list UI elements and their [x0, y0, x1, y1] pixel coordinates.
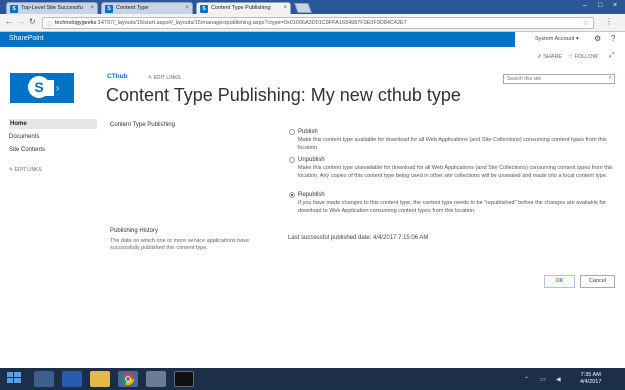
volume-icon[interactable]: ◀	[556, 376, 561, 383]
radio-unpublish[interactable]	[289, 157, 295, 163]
radio-republish[interactable]	[289, 192, 295, 198]
address-bar[interactable]: ⓘ technologygeeks:14797/_layouts/15/star…	[42, 17, 594, 29]
option-publish-desc: Make this content type available for dow…	[298, 137, 607, 151]
star-icon: ☆	[568, 54, 573, 60]
sharepoint-brand[interactable]: SharePoint	[9, 35, 44, 42]
option-unpublish-label: Unpublish	[298, 157, 325, 163]
option-publish-label: Publish	[298, 129, 318, 135]
follow-label: FOLLOW	[574, 54, 598, 60]
edit-links-label: EDIT LINKS	[153, 75, 181, 81]
bookmark-star-icon[interactable]: ☆	[583, 19, 589, 27]
section-title-publishing: Content Type Publishing	[110, 122, 175, 128]
search-placeholder: Search this site	[507, 76, 542, 82]
start-windows-icon[interactable]	[6, 371, 26, 387]
nav-item-site-contents[interactable]: Site Contents	[9, 147, 45, 153]
section-title-history: Publishing History	[110, 228, 159, 234]
logo-arrow-icon: ›	[56, 83, 60, 94]
server-manager-icon[interactable]	[34, 371, 54, 387]
clock-time: 7:35 AM	[580, 372, 601, 378]
windows-taskbar	[0, 368, 625, 390]
back-arrow-icon[interactable]: ←	[5, 17, 13, 26]
pencil-icon: ✎	[9, 167, 14, 173]
url-path: :14797/_layouts/15/start.aspx#/_layouts/…	[96, 20, 407, 26]
tray-arrow-icon[interactable]: ⌃	[524, 376, 529, 383]
tab-label: Top-Level Site Successfu	[21, 5, 83, 11]
browser-menu-icon[interactable]: ⋮	[605, 17, 613, 26]
nav-item-home[interactable]: Home	[9, 119, 97, 129]
site-title-link[interactable]: CThub	[107, 73, 128, 80]
system-account-menu[interactable]: System Account ▾	[535, 36, 579, 42]
cancel-button[interactable]: Cancel	[580, 275, 615, 288]
browser-tab-content-type[interactable]: S Content Type ×	[101, 2, 193, 14]
close-tab-icon[interactable]: ×	[90, 5, 94, 11]
focus-content-icon[interactable]: ⤢	[609, 52, 615, 60]
sharepoint-favicon-icon: S	[10, 5, 18, 13]
share-label: SHARE	[543, 54, 563, 60]
tab-label: Content Type	[116, 5, 149, 11]
browser-tab-content-type-publishing[interactable]: S Content Type Publishing ×	[196, 2, 291, 14]
file-explorer-icon[interactable]	[90, 371, 110, 387]
logo-s-mark: S	[28, 76, 50, 98]
radio-publish[interactable]	[289, 129, 295, 135]
history-description: The date on which one or more service ap…	[110, 238, 250, 251]
option-unpublish-desc: Make this content type unavailable for d…	[298, 165, 613, 179]
browser-toolbar: ← → ↻ ⓘ technologygeeks:14797/_layouts/1…	[0, 14, 625, 32]
sharepoint-logo[interactable]: S ›	[10, 73, 74, 103]
share-icon: ⇗	[537, 54, 542, 60]
search-icon[interactable]: ⌕	[609, 75, 612, 82]
last-published-date: Last successful published date: 4/4/2017…	[288, 235, 429, 241]
nav-edit-links-label: EDIT LINKS	[14, 167, 42, 173]
option-republish-desc: If you have made changes to this content…	[298, 200, 606, 214]
page-info-icon[interactable]: ⓘ	[46, 20, 52, 28]
sharepoint-favicon-icon: S	[200, 5, 208, 13]
url-host: technologygeeks	[55, 20, 97, 26]
browser-tab-strip: S Top-Level Site Successfu × S Content T…	[0, 0, 625, 14]
help-icon[interactable]: ?	[611, 34, 615, 43]
new-tab-button[interactable]	[294, 3, 312, 13]
clock-date: 4/4/2017	[580, 379, 602, 385]
close-window-icon[interactable]: ×	[613, 2, 617, 9]
search-input[interactable]: Search this site ⌕	[503, 74, 615, 84]
nav-item-documents[interactable]: Documents	[9, 134, 39, 140]
tab-label: Content Type Publishing	[211, 5, 271, 11]
page-title: Content Type Publishing: My new cthub ty…	[106, 85, 461, 105]
sharepoint-suite-bar: SharePoint	[0, 32, 625, 47]
ok-button[interactable]: OK	[544, 275, 575, 288]
powershell-icon[interactable]	[62, 371, 82, 387]
gear-icon[interactable]: ⚙	[594, 34, 601, 43]
sharepoint-favicon-icon: S	[105, 5, 113, 13]
share-button[interactable]: ⇗ SHARE	[537, 54, 562, 60]
edit-links-top-button[interactable]: ✎ EDIT LINKS	[148, 75, 181, 81]
close-tab-icon[interactable]: ×	[185, 5, 189, 11]
network-icon[interactable]: ▭	[540, 376, 546, 383]
reload-icon[interactable]: ↻	[29, 17, 36, 26]
chrome-icon[interactable]	[118, 371, 138, 387]
pencil-icon: ✎	[148, 75, 153, 81]
taskbar-clock[interactable]: 7:35 AM 4/4/2017	[580, 372, 601, 386]
browser-tab-top-level-site[interactable]: S Top-Level Site Successfu ×	[6, 2, 98, 14]
follow-button[interactable]: ☆ FOLLOW	[568, 54, 598, 60]
nav-edit-links-button[interactable]: ✎ EDIT LINKS	[9, 167, 42, 173]
minimize-icon[interactable]: –	[583, 2, 587, 9]
command-prompt-icon[interactable]	[174, 371, 194, 387]
close-tab-icon[interactable]: ×	[283, 5, 287, 11]
network-app-icon[interactable]	[146, 371, 166, 387]
maximize-icon[interactable]: □	[598, 2, 602, 9]
option-republish-label: Republish	[298, 192, 325, 198]
forward-arrow-icon[interactable]: →	[17, 17, 25, 26]
